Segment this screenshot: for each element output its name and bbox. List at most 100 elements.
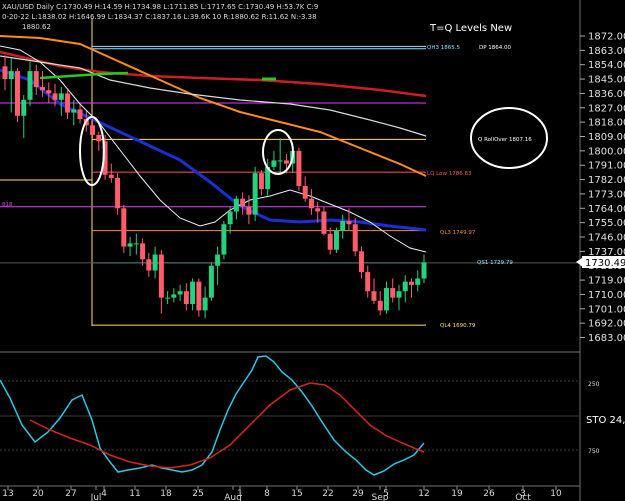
candle-body bbox=[96, 134, 102, 142]
candle-body bbox=[146, 259, 152, 271]
candle-body bbox=[315, 208, 321, 212]
price-tick-label: 1827.00 bbox=[588, 103, 625, 114]
price-tick-label: 1746.00 bbox=[588, 233, 625, 244]
price-tick-label: 1800.00 bbox=[588, 146, 625, 157]
time-tick-label: 18 bbox=[160, 489, 172, 499]
candle-body bbox=[121, 208, 127, 247]
price-tick-label: 1773.00 bbox=[588, 189, 625, 200]
candle-body bbox=[2, 66, 8, 80]
price-tick-label: 1764.00 bbox=[588, 204, 625, 215]
candle-body bbox=[196, 281, 202, 311]
price-tick-label: 1863.00 bbox=[588, 46, 625, 57]
candle-body bbox=[8, 71, 14, 80]
candle-body bbox=[233, 198, 239, 212]
qs1-label: QS1 1729.79 bbox=[477, 260, 513, 266]
candle-body bbox=[33, 71, 39, 88]
price-chart: XAU/USD Daily C:1730.49 H:14.59 H:1734.9… bbox=[0, 0, 625, 501]
price-tick-label: 1809.00 bbox=[588, 132, 625, 143]
time-tick-label: 27 bbox=[65, 489, 76, 499]
time-tick-label: 20 bbox=[32, 489, 44, 499]
price-tick-label: 1872.00 bbox=[588, 32, 625, 43]
candle bbox=[208, 262, 214, 301]
header-line2: 0-20-22 L:1838.02 H:1646.99 L:1834.37 C:… bbox=[2, 13, 317, 21]
candle-body bbox=[58, 93, 64, 100]
time-tick-label: 26 bbox=[483, 489, 495, 499]
time-tick-label: 1 bbox=[237, 489, 243, 499]
candle-body bbox=[252, 173, 258, 215]
candle-body bbox=[258, 173, 264, 190]
dp-label: DP 1864.00 bbox=[479, 45, 512, 51]
candle-body bbox=[46, 90, 52, 94]
candle-body bbox=[133, 243, 139, 245]
candle-body bbox=[396, 291, 402, 298]
candle-body bbox=[52, 93, 58, 100]
candle-body bbox=[327, 233, 333, 250]
candle-body bbox=[202, 297, 208, 311]
candle-body bbox=[302, 185, 308, 199]
candle-body bbox=[190, 281, 196, 304]
candle-body bbox=[71, 109, 77, 113]
candle bbox=[252, 166, 258, 222]
candle-body bbox=[158, 254, 164, 298]
candle-body bbox=[415, 278, 421, 285]
header-subnote: 1880.62 bbox=[22, 23, 51, 31]
price-tick-label: 1683.00 bbox=[588, 333, 625, 344]
time-tick-label: 8 bbox=[264, 489, 270, 499]
candle-body bbox=[21, 99, 27, 116]
candle bbox=[333, 227, 339, 253]
time-tick-label: 22 bbox=[322, 489, 333, 499]
candle-body bbox=[390, 288, 396, 298]
candle-body bbox=[246, 206, 252, 215]
legend-title: T=Q Levels New bbox=[429, 23, 512, 34]
candle-body bbox=[215, 254, 221, 266]
candle-body bbox=[333, 230, 339, 250]
price-tick-label: 1710.00 bbox=[588, 290, 625, 301]
ql3-label: QL3 1749.97 bbox=[440, 230, 476, 236]
osc-tick-750: 750 bbox=[588, 448, 600, 455]
candle-body bbox=[15, 71, 21, 116]
candle-body bbox=[208, 265, 214, 298]
candle-body bbox=[221, 224, 227, 255]
candle-body bbox=[183, 291, 189, 304]
time-tick-label: 13 bbox=[2, 489, 13, 499]
candle-body bbox=[277, 160, 283, 162]
candle-body bbox=[127, 243, 133, 247]
price-tick-label: 1845.00 bbox=[588, 75, 625, 86]
candle-body bbox=[321, 211, 327, 234]
time-tick-label: Oct bbox=[515, 493, 531, 501]
candle-body bbox=[377, 300, 383, 311]
candle-body bbox=[296, 150, 302, 186]
candle bbox=[221, 221, 227, 260]
lq-low-label: LQ Low 1786.63 bbox=[427, 171, 472, 177]
time-tick-label: 15 bbox=[291, 489, 302, 499]
price-tick-label: 1791.00 bbox=[588, 161, 625, 172]
price-tick-label: 1782.00 bbox=[588, 175, 625, 186]
candle-body bbox=[421, 262, 427, 279]
last-price-label: 1730.49 bbox=[585, 258, 625, 269]
candle-body bbox=[271, 160, 277, 167]
candle-body bbox=[140, 243, 146, 260]
time-tick-label: 25 bbox=[192, 489, 203, 499]
header-line1: XAU/USD Daily C:1730.49 H:14.59 H:1734.9… bbox=[2, 3, 318, 11]
candle-body bbox=[408, 281, 414, 285]
candle-body bbox=[358, 251, 364, 273]
candle-body bbox=[340, 221, 346, 231]
candle-body bbox=[152, 254, 158, 271]
left-level-tag: 818 bbox=[2, 202, 13, 208]
candle-body bbox=[402, 281, 408, 292]
osc-tick-250: 250 bbox=[588, 381, 600, 388]
price-tick-label: 1818.00 bbox=[588, 118, 625, 129]
candle-body bbox=[108, 174, 114, 178]
candle-body bbox=[227, 211, 233, 225]
qh3-label: QH3 1865.5 bbox=[427, 45, 460, 51]
candle-body bbox=[115, 177, 121, 209]
candle-body bbox=[65, 93, 71, 113]
candle-body bbox=[40, 87, 46, 91]
osc-label: STO 24, bbox=[586, 415, 625, 426]
time-tick-label: 11 bbox=[129, 489, 140, 499]
candle-body bbox=[90, 125, 96, 135]
candle-body bbox=[283, 160, 289, 164]
candle-body bbox=[240, 198, 246, 207]
price-tick-label: 1854.00 bbox=[588, 60, 625, 71]
time-tick-label: 29 bbox=[352, 489, 364, 499]
